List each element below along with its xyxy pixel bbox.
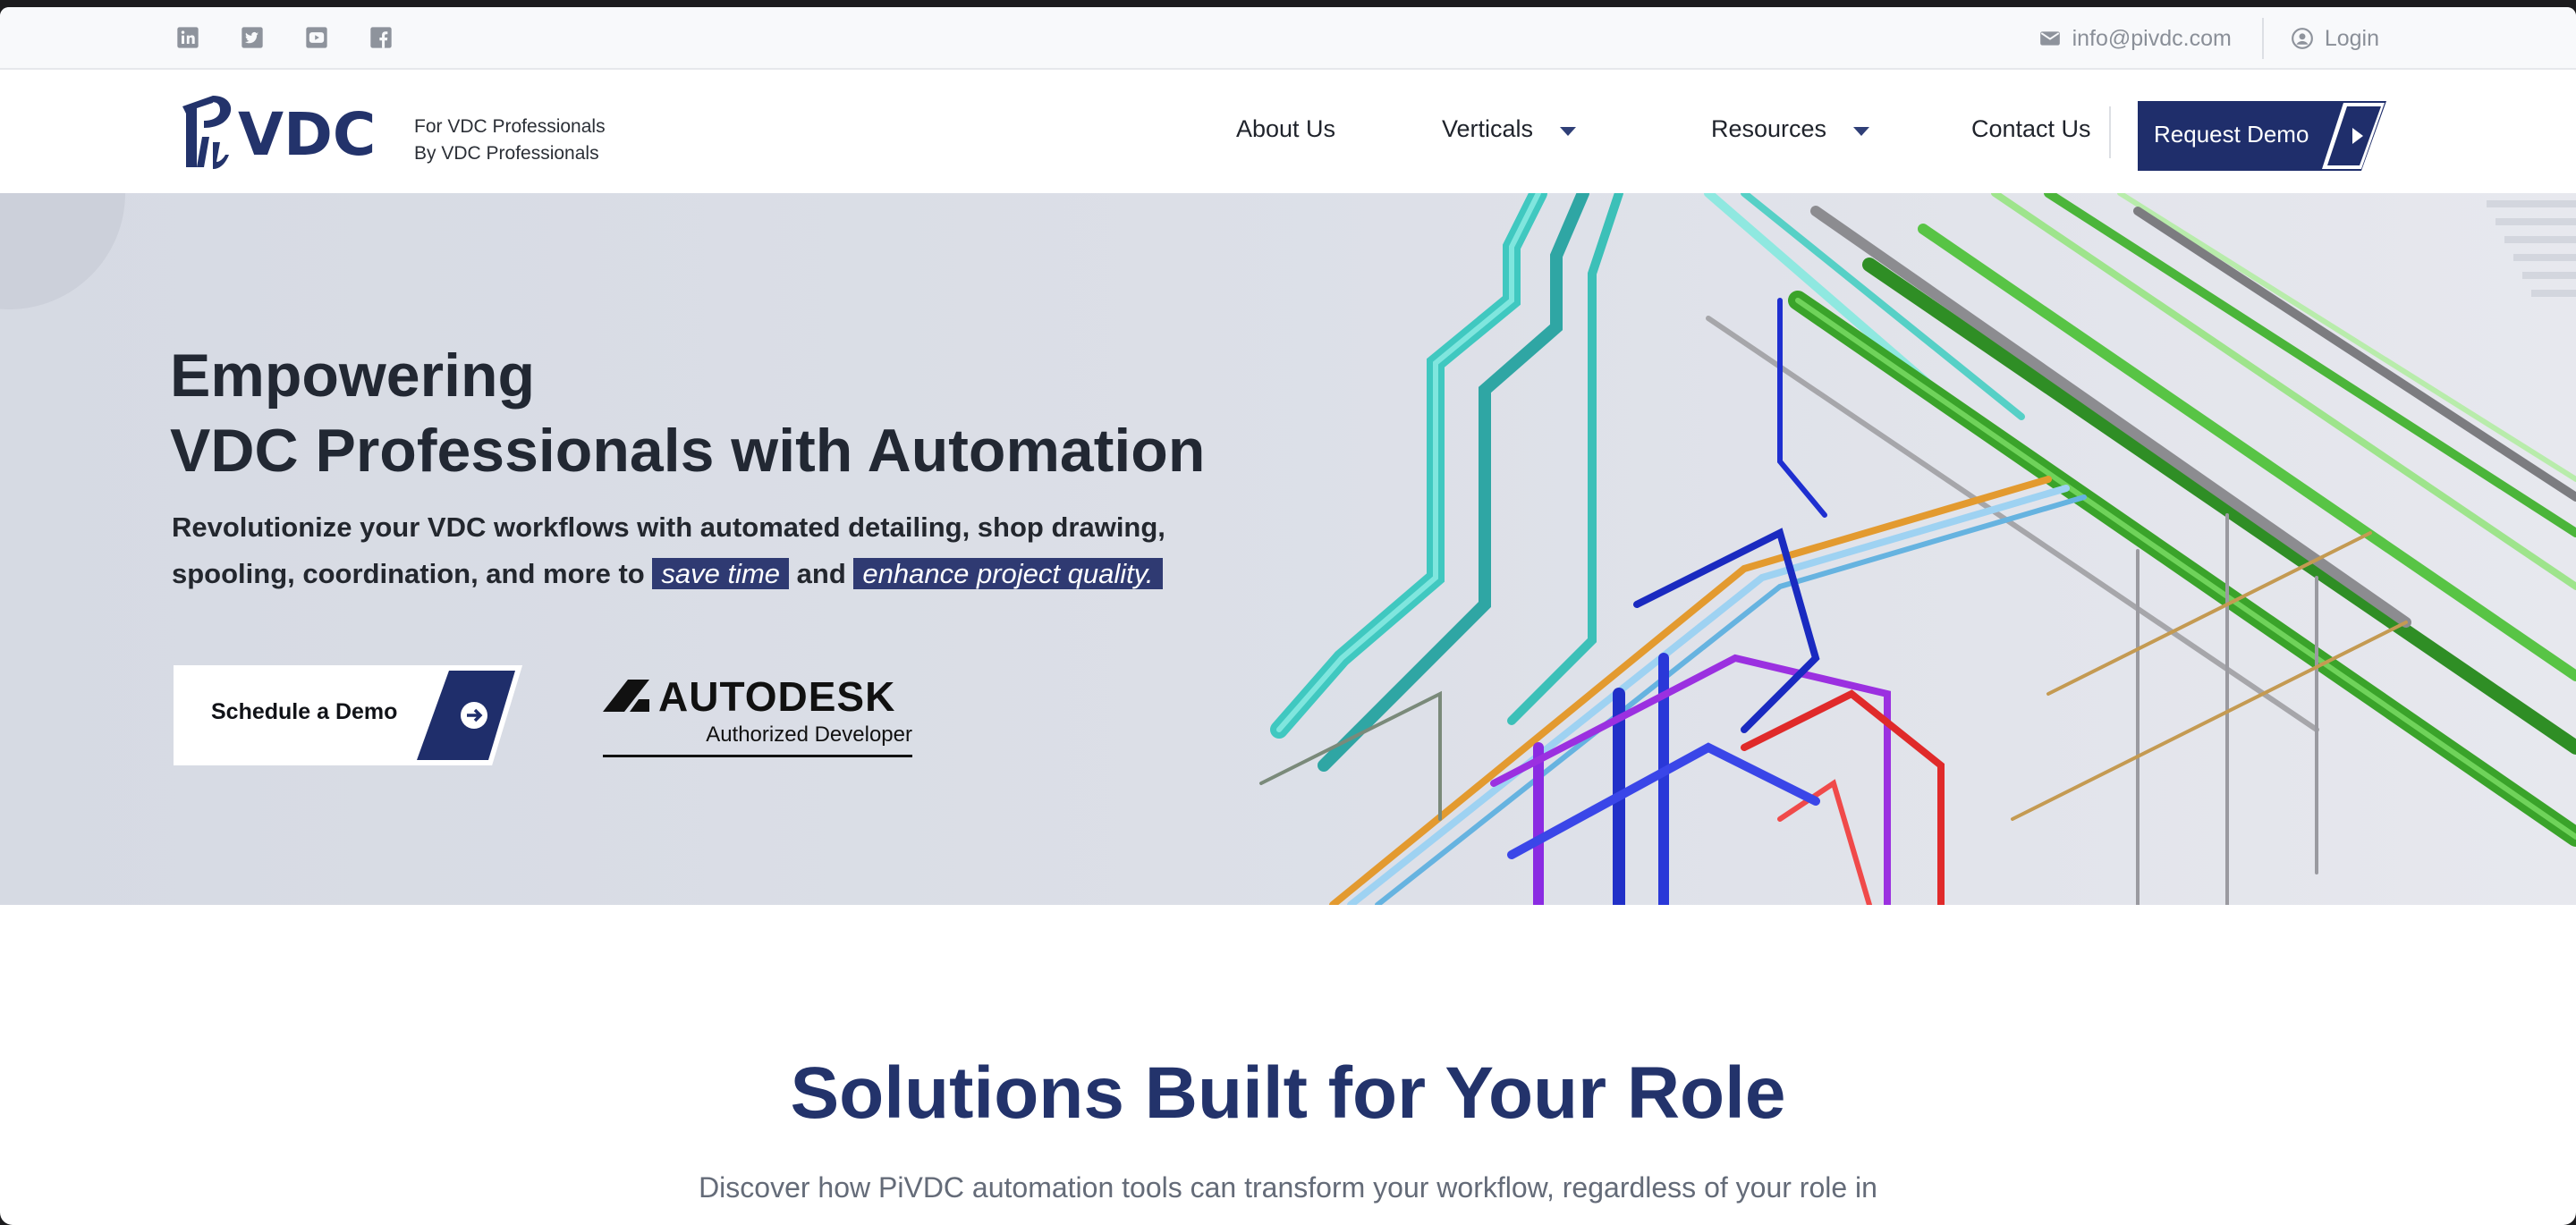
nav-contact-us[interactable]: Contact Us <box>1971 115 2091 143</box>
decorative-circle <box>0 193 125 309</box>
twitter-icon[interactable] <box>240 25 265 50</box>
request-demo-label: Request Demo <box>2154 121 2309 148</box>
login-text: Login <box>2324 25 2379 51</box>
highlight-save-time: save time <box>652 558 790 589</box>
hero-section: Empowering VDC Professionals with Automa… <box>0 193 2576 905</box>
tagline-line1: For VDC Professionals <box>414 116 606 137</box>
schedule-demo-button[interactable]: Schedule a Demo <box>174 665 522 765</box>
pivdc-logo[interactable]: VDC <box>170 90 390 173</box>
hero-title-line1: Empowering <box>170 342 536 410</box>
nav-contact-us-label: Contact Us <box>1971 115 2091 142</box>
nav-verticals-label: Verticals <box>1442 115 1534 142</box>
email-link[interactable]: info@pivdc.com <box>2038 26 2262 52</box>
mail-icon <box>2039 31 2060 46</box>
facebook-icon[interactable] <box>369 25 394 50</box>
social-links <box>175 25 394 50</box>
chevron-down-icon <box>1853 126 1870 136</box>
schedule-demo-label: Schedule a Demo <box>211 699 398 724</box>
tagline-line2: By VDC Professionals <box>414 143 599 164</box>
autodesk-authorized-developer: Authorized Developer <box>706 722 912 747</box>
autodesk-badge: AUTODESK Authorized Developer <box>603 671 912 760</box>
hero-title-line2: VDC Professionals with Automation <box>170 417 1206 485</box>
nav-divider <box>2109 106 2111 158</box>
nav-resources[interactable]: Resources <box>1711 115 1870 143</box>
user-icon <box>2291 28 2313 49</box>
nav-about-us[interactable]: About Us <box>1236 115 1335 143</box>
solutions-subtitle: Discover how PiVDC automation tools can … <box>699 1171 1877 1204</box>
linkedin-icon[interactable] <box>175 25 200 50</box>
utility-right: info@pivdc.com Login <box>2038 18 2379 59</box>
svg-text:VDC: VDC <box>238 100 376 169</box>
main-header: VDC For VDC Professionals By VDC Profess… <box>0 71 2576 192</box>
tagline: For VDC Professionals By VDC Professiona… <box>414 114 606 167</box>
autodesk-logo-icon <box>603 680 649 712</box>
email-text: info@pivdc.com <box>2072 25 2232 51</box>
nav-verticals[interactable]: Verticals <box>1442 115 1577 143</box>
piping-model-illustration <box>1259 193 2576 905</box>
highlight-project-quality: enhance project quality. <box>853 558 1163 589</box>
hero-subtitle: Revolutionize your VDC workflows with au… <box>172 504 1245 597</box>
hero-title: Empowering VDC Professionals with Automa… <box>170 338 1205 488</box>
solutions-title: Solutions Built for Your Role <box>790 1052 1786 1134</box>
login-link[interactable]: Login <box>2264 26 2379 52</box>
autodesk-underline <box>603 755 912 757</box>
hero-subtitle-and: and <box>796 558 846 589</box>
autodesk-wordmark: AUTODESK <box>658 673 896 720</box>
nav-resources-label: Resources <box>1711 115 1827 142</box>
nav-about-us-label: About Us <box>1236 115 1336 142</box>
browser-page: info@pivdc.com Login VDC For VDC Profess… <box>0 7 2576 1225</box>
utility-bar: info@pivdc.com Login <box>0 7 2576 70</box>
youtube-icon[interactable] <box>304 25 329 50</box>
request-demo-button[interactable]: Request Demo <box>2138 101 2386 171</box>
chevron-down-icon <box>1560 126 1577 136</box>
